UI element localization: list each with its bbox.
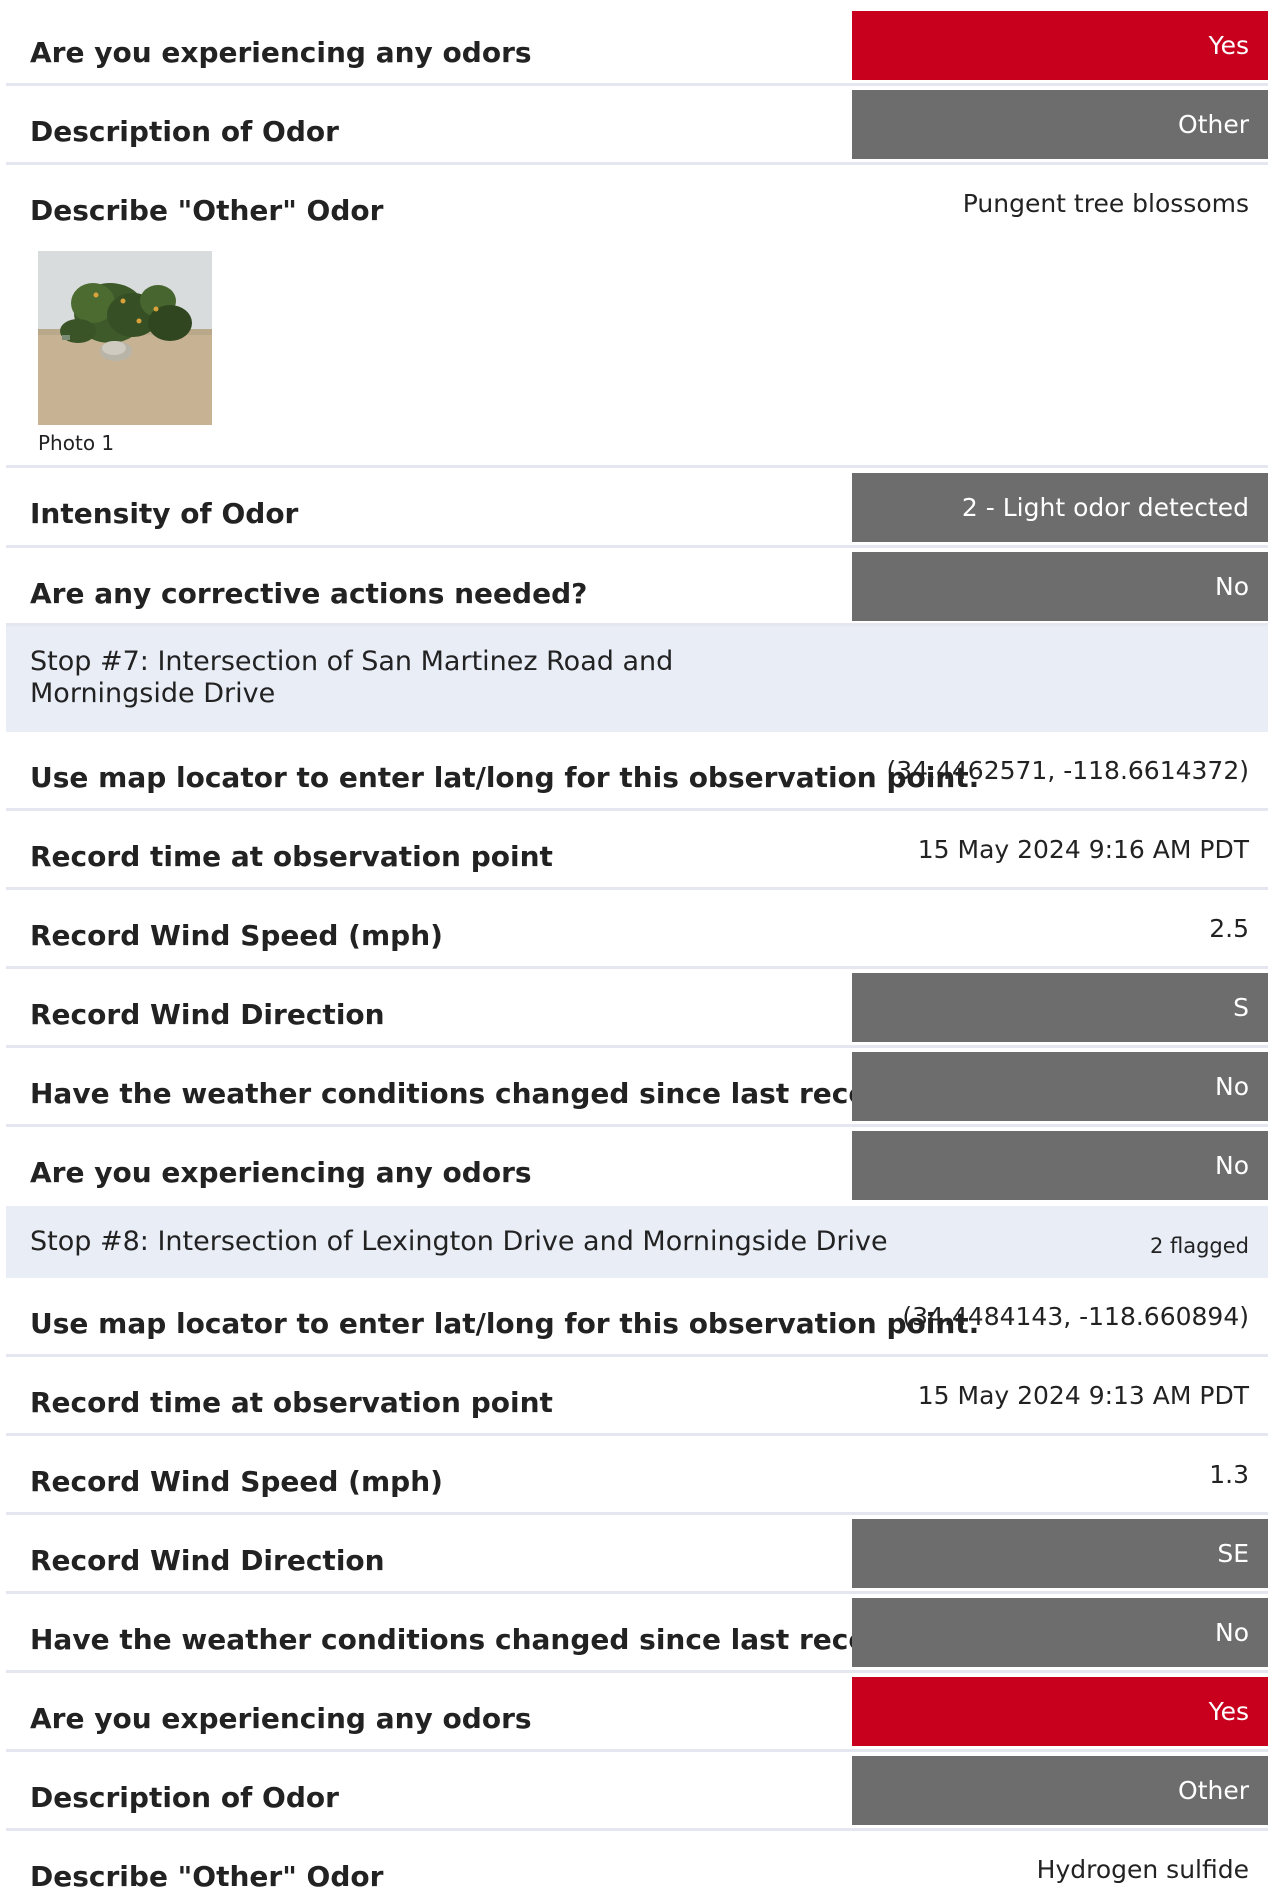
- answer-text: (34.4462571, -118.6614372): [886, 756, 1249, 785]
- question-row: Describe "Other" Odor Pungent tree bloss…: [6, 165, 1268, 468]
- answer-selected: No: [852, 1131, 1268, 1200]
- question-label: Record Wind Speed (mph): [30, 1465, 443, 1498]
- answer-text: 1.3: [1209, 1460, 1249, 1489]
- answer-text: Pungent tree blossoms: [962, 189, 1249, 218]
- question-label: Record Wind Speed (mph): [30, 919, 443, 952]
- question-row: Have the weather conditions changed sinc…: [6, 1594, 1268, 1673]
- question-row: Record Wind Direction SE: [6, 1515, 1268, 1594]
- question-row: Use map locator to enter lat/long for th…: [6, 1278, 1268, 1357]
- question-row: Are you experiencing any odors No: [6, 1127, 1268, 1206]
- question-row: Use map locator to enter lat/long for th…: [6, 732, 1268, 811]
- question-label: Record Wind Direction: [30, 998, 385, 1031]
- answer-selected: Other: [852, 90, 1268, 159]
- question-row: Record Wind Speed (mph) 1.3: [6, 1436, 1268, 1515]
- answer-text: 15 May 2024 9:13 AM PDT: [917, 1381, 1249, 1410]
- question-row: Have the weather conditions changed sinc…: [6, 1048, 1268, 1127]
- answer-text: 2.5: [1209, 914, 1249, 943]
- question-row: Are you experiencing any odors Yes: [6, 6, 1268, 86]
- question-label: Are you experiencing any odors: [30, 36, 532, 69]
- question-row: Intensity of Odor 2 - Light odor detecte…: [6, 468, 1268, 548]
- answer-text: Hydrogen sulfide: [1036, 1855, 1249, 1884]
- question-row: Record time at observation point 15 May …: [6, 1357, 1268, 1436]
- question-row: Record Wind Direction S: [6, 969, 1268, 1048]
- stop-section-header[interactable]: Stop #7: Intersection of San Martinez Ro…: [6, 626, 1268, 732]
- question-label: Describe "Other" Odor: [30, 194, 384, 227]
- question-label: Record time at observation point: [30, 840, 553, 873]
- question-row: Description of Odor Other: [6, 86, 1268, 165]
- flagged-count-badge: 2 flagged: [1149, 1234, 1249, 1258]
- answer-flagged: Yes: [852, 1677, 1268, 1746]
- question-row: Record time at observation point 15 May …: [6, 811, 1268, 890]
- answer-selected: S: [852, 973, 1268, 1042]
- question-label: Have the weather conditions changed sinc…: [30, 1077, 957, 1110]
- question-label: Description of Odor: [30, 115, 339, 148]
- question-label: Are you experiencing any odors: [30, 1156, 532, 1189]
- question-row: Description of Odor Other: [6, 1752, 1268, 1831]
- answer-selected: No: [852, 552, 1268, 621]
- question-label: Intensity of Odor: [30, 497, 299, 530]
- question-row: Are any corrective actions needed? No: [6, 548, 1268, 626]
- answer-selected: No: [852, 1052, 1268, 1121]
- answer-selected: 2 - Light odor detected: [852, 473, 1268, 542]
- answer-selected: No: [852, 1598, 1268, 1667]
- question-label: Describe "Other" Odor: [30, 1860, 384, 1893]
- answer-selected: SE: [852, 1519, 1268, 1588]
- question-label: Have the weather conditions changed sinc…: [30, 1623, 957, 1656]
- question-label: Are any corrective actions needed?: [30, 577, 588, 610]
- inspection-report: Are you experiencing any odors Yes Descr…: [0, 0, 1275, 1904]
- question-row: Describe "Other" Odor Hydrogen sulfide: [6, 1831, 1268, 1904]
- question-label: Record Wind Direction: [30, 1544, 385, 1577]
- question-label: Use map locator to enter lat/long for th…: [30, 1307, 980, 1340]
- answer-text: 15 May 2024 9:16 AM PDT: [917, 835, 1249, 864]
- question-label: Description of Odor: [30, 1781, 339, 1814]
- answer-selected: Other: [852, 1756, 1268, 1825]
- question-label: Record time at observation point: [30, 1386, 553, 1419]
- stop-section-header[interactable]: Stop #8: Intersection of Lexington Drive…: [6, 1206, 1268, 1278]
- photo-attachment[interactable]: Photo 1: [38, 251, 212, 455]
- stop-title: Stop #7: Intersection of San Martinez Ro…: [30, 646, 674, 709]
- question-label: Are you experiencing any odors: [30, 1702, 532, 1735]
- answer-text: (34.4484143, -118.660894): [902, 1302, 1249, 1331]
- question-label: Use map locator to enter lat/long for th…: [30, 761, 980, 794]
- answer-flagged: Yes: [852, 11, 1268, 80]
- photo-thumbnail[interactable]: [38, 251, 212, 425]
- question-row: Are you experiencing any odors Yes: [6, 1673, 1268, 1752]
- stop-title: Stop #8: Intersection of Lexington Drive…: [30, 1226, 888, 1257]
- question-row: Record Wind Speed (mph) 2.5: [6, 890, 1268, 969]
- photo-caption: Photo 1: [38, 431, 115, 455]
